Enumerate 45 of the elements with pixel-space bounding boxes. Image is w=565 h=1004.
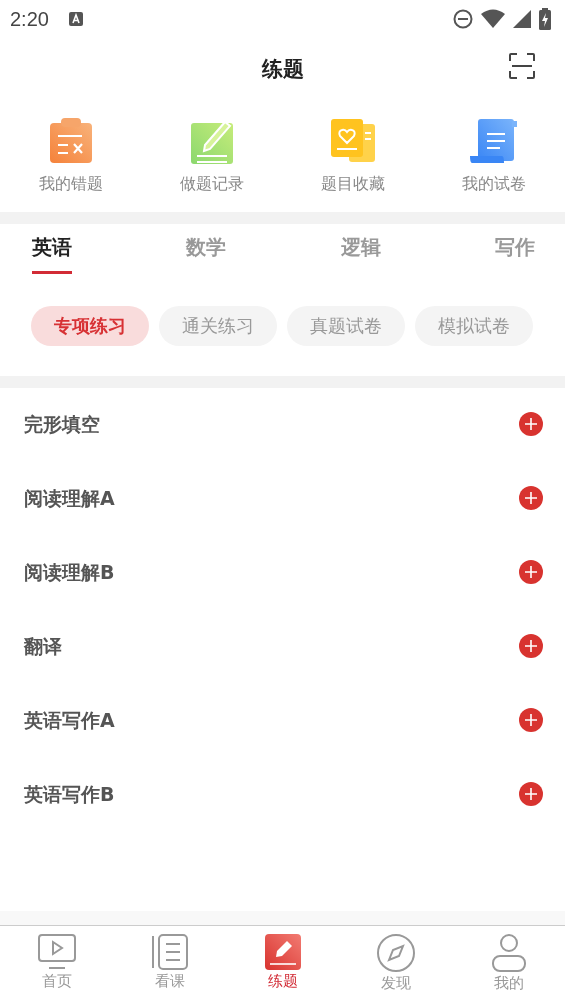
add-icon[interactable] — [519, 782, 543, 806]
scroll-icon — [470, 118, 519, 164]
clipboard-icon — [47, 118, 94, 164]
category-chip[interactable]: 专项练习 — [31, 306, 149, 346]
add-icon[interactable] — [519, 708, 543, 732]
subject-tab[interactable]: 写作 — [495, 234, 535, 274]
exercise-label[interactable]: 完形填空 — [24, 412, 100, 438]
add-icon[interactable] — [519, 560, 543, 584]
exercise-label[interactable]: 翻译 — [24, 634, 62, 660]
shortcut-button[interactable]: 我的试卷 — [423, 118, 565, 212]
status-time: 2:20 — [10, 7, 49, 31]
nav-tab[interactable]: 我的 — [452, 934, 565, 1004]
subject-tab[interactable]: 数学 — [186, 234, 227, 274]
add-icon[interactable] — [519, 412, 543, 436]
nav-tab[interactable]: 看课 — [113, 934, 226, 1004]
category-chip[interactable]: 通关练习 — [159, 306, 277, 346]
category-chip[interactable]: 模拟试卷 — [415, 306, 533, 346]
battery-icon — [539, 8, 551, 30]
heart-card-icon — [329, 118, 378, 164]
subject-tab[interactable]: 英语 — [32, 234, 72, 274]
compass-icon — [376, 934, 415, 972]
person-icon — [491, 934, 526, 972]
add-icon[interactable] — [519, 634, 543, 658]
notification-icon — [68, 12, 83, 26]
shortcut-button[interactable]: 我的错题 — [0, 118, 142, 212]
wifi-icon — [481, 9, 505, 29]
category-chip[interactable]: 真题试卷 — [287, 306, 405, 346]
nav-tab[interactable]: 首页 — [0, 934, 113, 1004]
scan-icon[interactable] — [508, 52, 536, 80]
shortcut-button[interactable]: 做题记录 — [141, 118, 283, 212]
pen-icon — [264, 934, 301, 970]
book-icon — [150, 934, 189, 970]
signal-icon — [513, 10, 531, 28]
do-not-disturb-icon — [453, 9, 473, 29]
video-screen-icon — [37, 934, 76, 970]
exercise-label[interactable]: 阅读理解A — [24, 486, 115, 512]
nav-tab[interactable]: 发现 — [339, 934, 452, 1004]
exercise-label[interactable]: 阅读理解B — [24, 560, 115, 586]
shortcut-button[interactable]: 题目收藏 — [282, 118, 424, 212]
subject-tab[interactable]: 逻辑 — [340, 234, 381, 274]
page-title: 练题 — [261, 56, 304, 83]
nav-tab[interactable]: 练题 — [226, 934, 339, 1004]
exercise-label[interactable]: 英语写作A — [24, 708, 115, 734]
add-icon[interactable] — [519, 486, 543, 510]
exercise-label[interactable]: 英语写作B — [24, 782, 115, 808]
